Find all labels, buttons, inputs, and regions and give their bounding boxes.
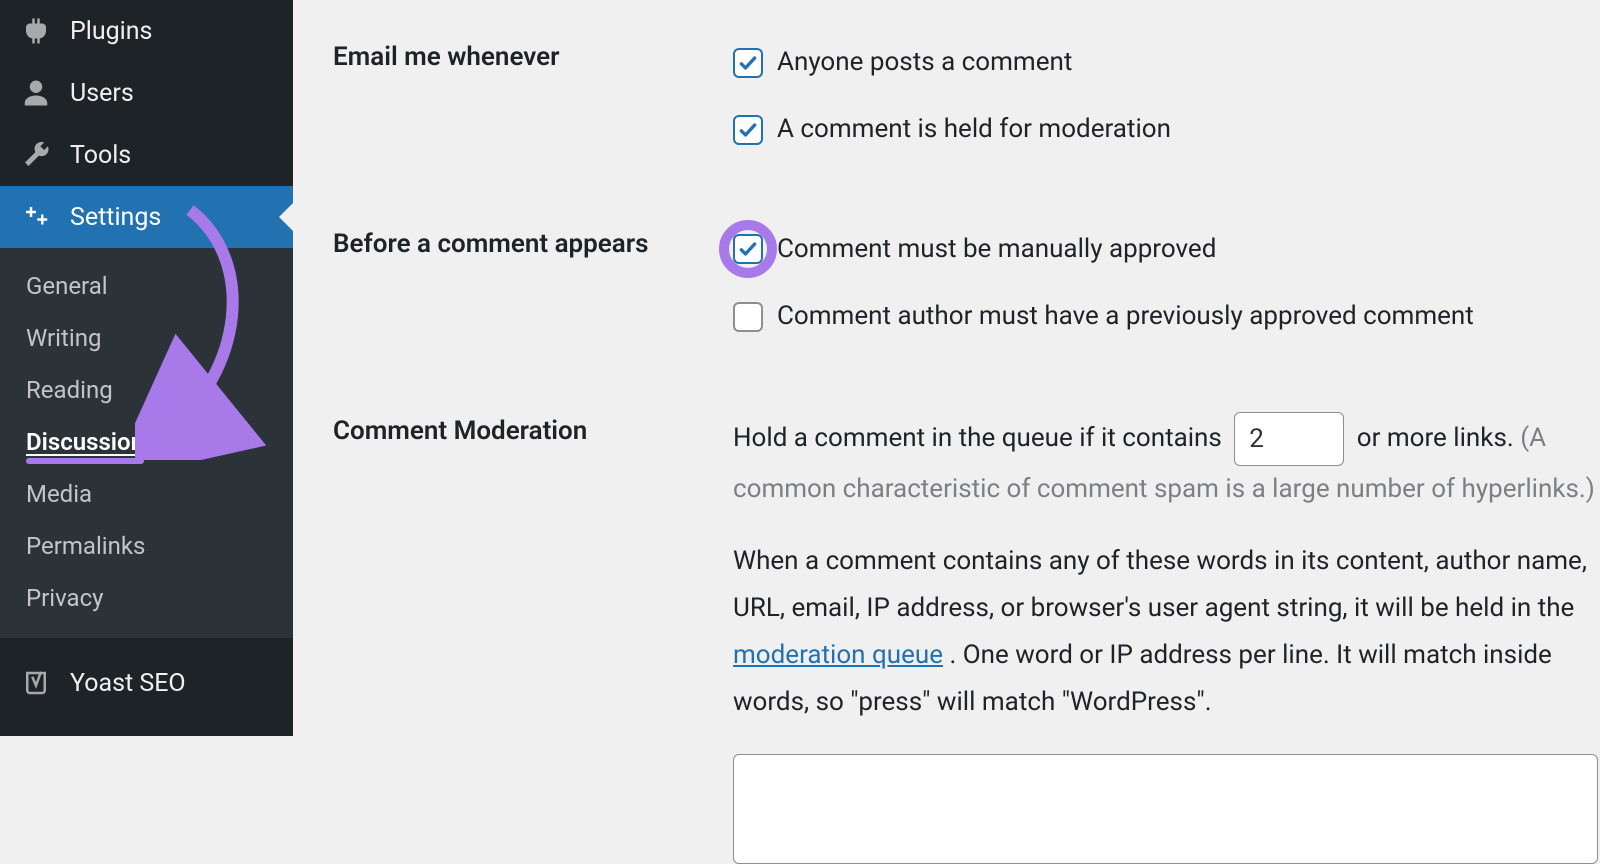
submenu-item-privacy[interactable]: Privacy xyxy=(0,572,293,624)
sidebar-item-settings[interactable]: Settings xyxy=(0,186,293,248)
moderation-words-textarea[interactable] xyxy=(733,754,1598,864)
users-icon xyxy=(18,78,54,108)
submenu-item-general[interactable]: General xyxy=(0,260,293,312)
submenu-item-reading[interactable]: Reading xyxy=(0,364,293,416)
checkbox-label: A comment is held for moderation xyxy=(777,105,1171,154)
checkbox-icon[interactable] xyxy=(733,115,763,145)
admin-sidebar: Plugins Users Tools Settings General Wri… xyxy=(0,0,293,736)
plugins-icon xyxy=(18,16,54,46)
submenu-item-discussion[interactable]: Discussion xyxy=(0,416,293,468)
checkbox-icon[interactable] xyxy=(733,302,763,332)
checkbox-label: Comment author must have a previously ap… xyxy=(777,292,1474,341)
checkbox-icon[interactable] xyxy=(733,48,763,78)
section-heading: Comment Moderation xyxy=(333,412,733,446)
sidebar-item-tools[interactable]: Tools xyxy=(0,124,293,186)
checkbox-label: Comment must be manually approved xyxy=(777,225,1216,274)
moderation-queue-link[interactable]: moderation queue xyxy=(733,640,943,670)
section-heading: Email me whenever xyxy=(333,38,733,72)
section-before: Before a comment appears Comment must be… xyxy=(293,155,1600,342)
checkbox-row-prev-approved[interactable]: Comment author must have a previously ap… xyxy=(733,292,1600,341)
sidebar-item-label: Yoast SEO xyxy=(70,671,186,696)
submenu-item-media[interactable]: Media xyxy=(0,468,293,520)
settings-discussion-content: Email me whenever Anyone posts a comment… xyxy=(293,0,1600,736)
settings-icon xyxy=(18,202,54,232)
yoast-icon xyxy=(18,668,54,698)
moderation-words-paragraph: When a comment contains any of these wor… xyxy=(733,538,1600,725)
section-moderation: Comment Moderation Hold a comment in the… xyxy=(293,342,1600,864)
sidebar-item-yoast[interactable]: Yoast SEO xyxy=(0,652,293,714)
checkbox-row-anyone-posts[interactable]: Anyone posts a comment xyxy=(733,38,1600,87)
checkbox-row-held-moderation[interactable]: A comment is held for moderation xyxy=(733,105,1600,154)
checkbox-row-manual-approve[interactable]: Comment must be manually approved xyxy=(733,225,1600,274)
checkbox-icon[interactable] xyxy=(733,234,763,264)
moderation-links-input[interactable] xyxy=(1234,412,1344,466)
submenu-item-writing[interactable]: Writing xyxy=(0,312,293,364)
tools-icon xyxy=(18,140,54,170)
moderation-links-sentence: Hold a comment in the queue if it contai… xyxy=(733,412,1600,513)
sidebar-item-label: Plugins xyxy=(70,19,152,44)
sidebar-item-label: Tools xyxy=(70,143,131,168)
sidebar-item-label: Users xyxy=(70,81,134,106)
sidebar-item-plugins[interactable]: Plugins xyxy=(0,0,293,62)
checkbox-label: Anyone posts a comment xyxy=(777,38,1072,87)
section-heading: Before a comment appears xyxy=(333,225,733,259)
sidebar-item-users[interactable]: Users xyxy=(0,62,293,124)
section-email: Email me whenever Anyone posts a comment… xyxy=(293,0,1600,155)
submenu-item-permalinks[interactable]: Permalinks xyxy=(0,520,293,572)
settings-submenu: General Writing Reading Discussion Media… xyxy=(0,248,293,638)
sidebar-item-label: Settings xyxy=(70,205,161,230)
